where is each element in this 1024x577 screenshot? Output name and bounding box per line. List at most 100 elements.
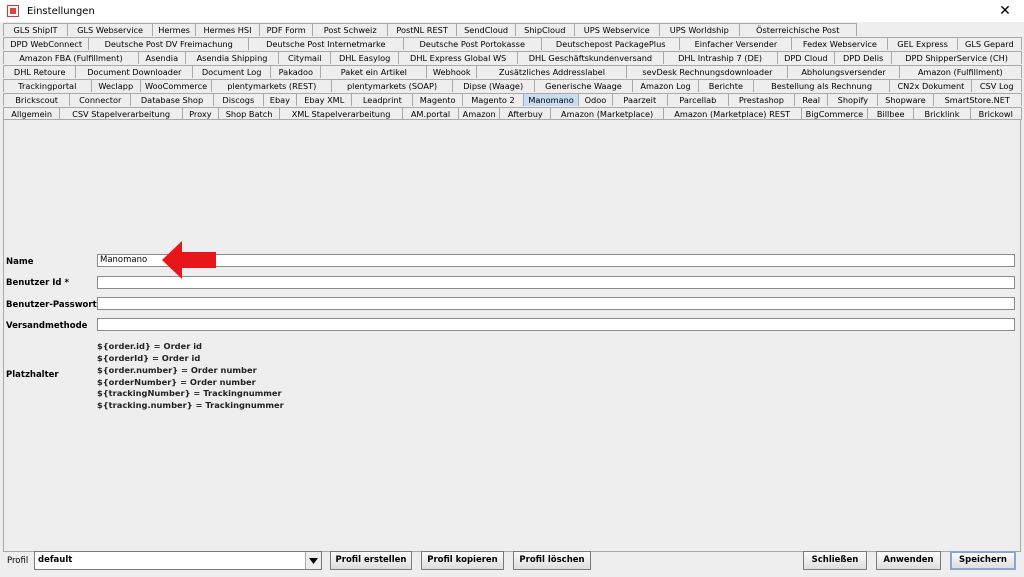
shipping-method-label: Versandmethode (6, 321, 88, 331)
tab-zusätzliches-addresslabel[interactable]: Zusätzliches Addresslabel (476, 65, 628, 78)
tab-ups-webservice[interactable]: UPS Webservice (573, 23, 660, 36)
tab-magento-2[interactable]: Magento 2 (462, 93, 524, 106)
tab-document-downloader[interactable]: Document Downloader (75, 65, 194, 78)
tab-weclapp[interactable]: Weclapp (90, 79, 141, 92)
tab-plentymarkets-rest[interactable]: plentymarkets (REST) (211, 79, 333, 92)
create-profile-button[interactable]: Profil erstellen (330, 551, 412, 570)
tab-parcellab[interactable]: Parcellab (666, 93, 729, 106)
tab-document-log[interactable]: Document Log (192, 65, 272, 78)
tab-dpd-shipperservice-ch[interactable]: DPD ShipperService (CH) (891, 51, 1022, 64)
tab-gls-gepard[interactable]: GLS Gepard (956, 37, 1022, 50)
placeholder-line: ${tracking.number} = Trackingnummer (97, 400, 284, 410)
tab-shipcloud[interactable]: ShipCloud (514, 23, 575, 36)
tab-magento[interactable]: Magento (412, 93, 464, 106)
tab-paket-ein-artikel[interactable]: Paket ein Artikel (320, 65, 428, 78)
tab-pakadoo[interactable]: Pakadoo (270, 65, 322, 78)
tab-österreichische-post[interactable]: Österreichische Post (738, 23, 857, 36)
user-id-input[interactable] (97, 276, 1015, 289)
tab-odoo[interactable]: Odoo (578, 93, 613, 106)
shipping-method-input[interactable] (97, 318, 1015, 331)
tab-trackingportal[interactable]: Trackingportal (3, 79, 92, 92)
tab-amazon-fba-fulfillment[interactable]: Amazon FBA (Fulfillment) (3, 51, 139, 64)
tab-abholungsversender[interactable]: Abholungsversender (787, 65, 900, 78)
name-input[interactable]: Manomano (97, 254, 1015, 267)
tab-gel-express[interactable]: GEL Express (887, 37, 958, 50)
tab-hermes-hsi[interactable]: Hermes HSI (194, 23, 260, 36)
copy-profile-button[interactable]: Profil kopieren (421, 551, 504, 570)
tab-einfacher-versender[interactable]: Einfacher Versender (679, 37, 793, 50)
tab-manomano[interactable]: Manomano (522, 93, 580, 106)
tab-ebay-xml[interactable]: Ebay XML (296, 93, 353, 106)
tab-shopify[interactable]: Shopify (827, 93, 879, 106)
tab-hermes[interactable]: Hermes (152, 23, 196, 36)
tab-deutsche-post-internetmarke[interactable]: Deutsche Post Internetmarke (248, 37, 404, 50)
tab-row-2: DPD WebConnect Deutsche Post DV Freimachu… (3, 37, 1022, 50)
placeholder-line: ${order.number} = Order number (97, 365, 257, 375)
tab-sendcloud[interactable]: SendCloud (456, 23, 516, 36)
tab-amazon-fulfillment[interactable]: Amazon (Fulfillment) (898, 65, 1022, 78)
tab-gls-shipit[interactable]: GLS ShipIT (3, 23, 68, 36)
tab-prestashop[interactable]: Prestashop (727, 93, 796, 106)
tab-cn2x-dokument[interactable]: CN2x Dokument (889, 79, 973, 92)
red-arrow-icon (162, 241, 216, 279)
tab-leadprint[interactable]: Leadprint (351, 93, 414, 106)
tab-post-schweiz[interactable]: Post Schweiz (312, 23, 388, 36)
tab-fedex-webservice[interactable]: Fedex Webservice (791, 37, 889, 50)
tab-postnl-rest[interactable]: PostNL REST (386, 23, 458, 36)
settings-panel (3, 119, 1021, 552)
password-label: Benutzer-Passwort * (6, 300, 105, 310)
tab-asendia[interactable]: Asendia (137, 51, 186, 64)
tab-csv-log[interactable]: CSV Log (971, 79, 1022, 92)
chevron-down-icon[interactable] (305, 552, 321, 569)
tab-deutsche-post-portokasse[interactable]: Deutsche Post Portokasse (402, 37, 542, 50)
tab-dhl-intraship-7-de[interactable]: DHL Intraship 7 (DE) (662, 51, 778, 64)
close-button[interactable]: Schließen (803, 551, 867, 570)
tab-row-5: Trackingportal Weclapp WooCommerce plentyma… (3, 79, 1022, 92)
tab-bestellung-als-rechnung[interactable]: Bestellung als Rechnung (752, 79, 891, 92)
profile-select[interactable]: default (34, 551, 322, 570)
tab-paarzeit[interactable]: Paarzeit (611, 93, 668, 106)
settings-window: GLS ShipIT GLS Webservice Hermes Hermes HSI… (0, 22, 1024, 577)
tab-dhl-express-global-ws[interactable]: DHL Express Global WS (397, 51, 519, 64)
tab-woocommerce[interactable]: WooCommerce (139, 79, 213, 92)
tab-dhl-easylog[interactable]: DHL Easylog (330, 51, 399, 64)
tab-plentymarkets-soap[interactable]: plentymarkets (SOAP) (331, 79, 453, 92)
tab-smartstore-net[interactable]: SmartStore.NET (932, 93, 1022, 106)
tab-discogs[interactable]: Discogs (212, 93, 264, 106)
tab-deutschepost-packageplus[interactable]: Deutschepost PackagePlus (540, 37, 681, 50)
tab-brickscout[interactable]: Brickscout (3, 93, 71, 106)
password-input[interactable] (97, 297, 1015, 310)
placeholder-line: ${trackingNumber} = Trackingnummer (97, 388, 282, 398)
tab-berichte[interactable]: Berichte (697, 79, 754, 92)
tab-webhook[interactable]: Webhook (426, 65, 478, 78)
tab-ups-worldship[interactable]: UPS Worldship (658, 23, 740, 36)
placeholder-label: Platzhalter (6, 370, 59, 380)
tab-sevdesk-rechnungsdownloader[interactable]: sevDesk Rechnungsdownloader (626, 65, 789, 78)
apply-button[interactable]: Anwenden (876, 551, 941, 570)
tab-asendia-shipping[interactable]: Asendia Shipping (184, 51, 280, 64)
tab-dpd-webconnect[interactable]: DPD WebConnect (3, 37, 90, 50)
tab-database-shop[interactable]: Database Shop (130, 93, 214, 106)
tab-dpd-delis[interactable]: DPD Delis (833, 51, 893, 64)
placeholder-line: ${order.id} = Order id (97, 341, 202, 351)
tab-shopware[interactable]: Shopware (877, 93, 934, 106)
delete-profile-button[interactable]: Profil löschen (513, 551, 591, 570)
name-label: Name (6, 257, 34, 267)
tab-dhl-retoure[interactable]: DHL Retoure (3, 65, 77, 78)
tab-deutsche-post-dv-freimachung[interactable]: Deutsche Post DV Freimachung (88, 37, 250, 50)
tab-gls-webservice[interactable]: GLS Webservice (67, 23, 154, 36)
tab-dhl-geschäftskundenversand[interactable]: DHL Geschäftskundenversand (517, 51, 664, 64)
tab-amazon-log[interactable]: Amazon Log (632, 79, 699, 92)
tab-real[interactable]: Real (794, 93, 829, 106)
tab-ebay[interactable]: Ebay (262, 93, 298, 106)
tab-connector[interactable]: Connector (69, 93, 132, 106)
tab-generische-waage[interactable]: Generische Waage (533, 79, 634, 92)
close-icon[interactable]: ✕ (996, 2, 1014, 20)
tab-dipse-waage[interactable]: Dipse (Waage) (451, 79, 535, 92)
tab-pdf-form[interactable]: PDF Form (258, 23, 314, 36)
save-button[interactable]: Speichern (950, 551, 1016, 570)
tab-citymail[interactable]: Citymail (278, 51, 332, 64)
tab-dpd-cloud[interactable]: DPD Cloud (776, 51, 835, 64)
title-bar: Einstellungen ✕ (0, 0, 1024, 22)
tab-row-4: DHL Retoure Document Downloader Document L… (3, 65, 1022, 78)
